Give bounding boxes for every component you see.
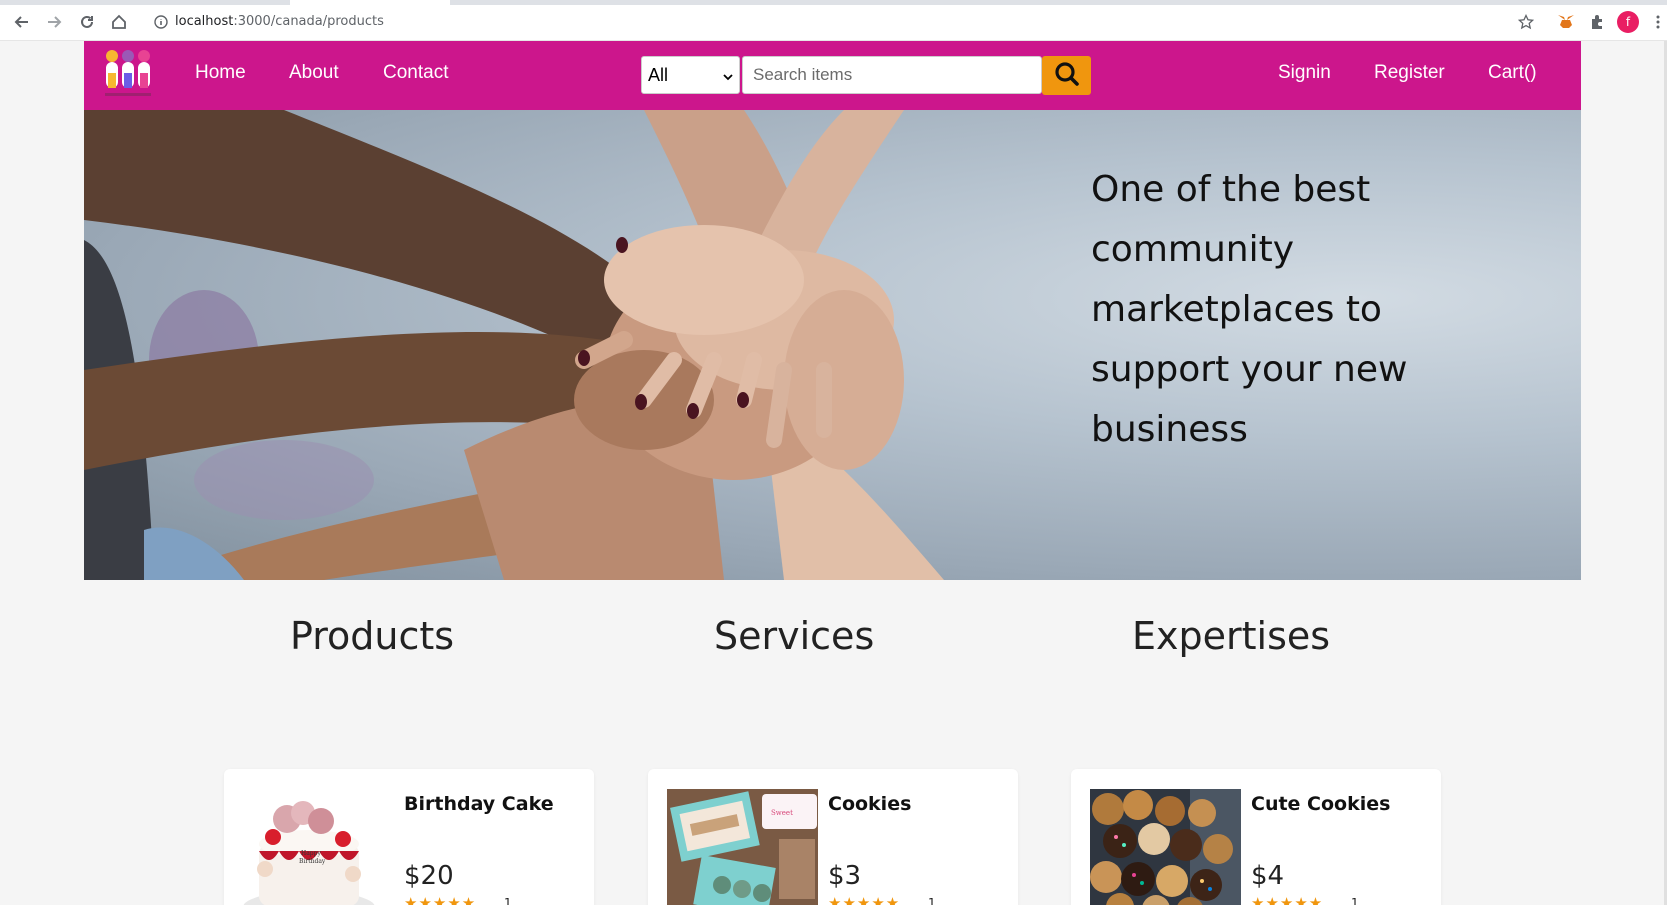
category-products-heading[interactable]: Products (290, 614, 454, 658)
extensions-puzzle-icon[interactable] (1586, 11, 1608, 33)
category-expertises-heading[interactable]: Expertises (1132, 614, 1330, 658)
product-price: $3 (828, 861, 862, 891)
product-price: $20 (404, 861, 454, 891)
search-category-select[interactable]: All (641, 56, 740, 94)
svg-text:Birthday: Birthday (299, 858, 326, 865)
register-link[interactable]: Register (1374, 62, 1445, 84)
review-count: 1 (928, 896, 936, 905)
chevron-down-icon (723, 65, 733, 86)
site-logo[interactable] (102, 47, 154, 101)
svg-text:Happy: Happy (301, 850, 321, 857)
tab-strip (0, 0, 1667, 5)
review-count: 1 (1351, 896, 1359, 905)
search-placeholder: Search items (753, 65, 853, 84)
review-count: 1 (504, 896, 512, 905)
profile-avatar[interactable]: f (1617, 11, 1639, 33)
cart-link[interactable]: Cart() (1488, 62, 1537, 84)
rating-stars-icon: ★★★★★ (828, 894, 901, 905)
url-host: localhost (175, 14, 234, 29)
category-services-heading[interactable]: Services (714, 614, 874, 658)
product-name[interactable]: Birthday Cake (404, 793, 554, 815)
rating-stars-icon: ★★★★★ (1251, 894, 1324, 905)
product-name[interactable]: Cookies (828, 793, 911, 815)
hero-banner: One of the best community marketplaces t… (84, 110, 1581, 580)
address-url[interactable]: localhost:3000/canada/products (175, 14, 384, 29)
hero-tagline: One of the best community marketplaces t… (1091, 169, 1408, 450)
bookmark-star-icon[interactable] (1515, 11, 1537, 33)
search-category-value: All (648, 64, 669, 85)
product-name[interactable]: Cute Cookies (1251, 793, 1390, 815)
nav-contact-link[interactable]: Contact (383, 62, 448, 84)
cookies-image[interactable]: Sweet (667, 789, 818, 905)
back-icon[interactable] (11, 11, 33, 33)
search-button[interactable] (1042, 56, 1091, 95)
reload-icon[interactable] (76, 11, 98, 33)
home-icon[interactable] (108, 11, 130, 33)
metamask-fox-icon[interactable] (1555, 11, 1577, 33)
search-icon (1054, 61, 1080, 91)
active-tab[interactable] (290, 0, 450, 5)
product-card-cute-cookies[interactable]: Cute Cookies $4 ★★★★★ 1 (1071, 769, 1441, 905)
browser-menu-icon[interactable] (1652, 11, 1664, 33)
cute-cookies-image[interactable] (1090, 789, 1241, 905)
svg-text:Sweet: Sweet (771, 809, 793, 817)
url-path: :3000/canada/products (233, 14, 384, 29)
nav-home-link[interactable]: Home (195, 62, 246, 84)
forward-icon[interactable] (43, 11, 65, 33)
rating-stars-icon: ★★★★★ (404, 894, 477, 905)
signin-link[interactable]: Signin (1278, 62, 1331, 84)
search-input[interactable]: Search items (742, 56, 1042, 94)
browser-toolbar: localhost:3000/canada/products f (0, 0, 1667, 41)
product-price: $4 (1251, 861, 1285, 891)
product-card-birthday-cake[interactable]: Happy Birthday Birthday Cake $20 ★★★★★ 1 (224, 769, 594, 905)
nav-about-link[interactable]: About (289, 62, 339, 84)
site-info-icon[interactable] (150, 11, 172, 33)
product-card-cookies[interactable]: Sweet Cookies $3 ★★★★★ 1 (648, 769, 1018, 905)
site-header: Home About Contact All Search items Sign… (84, 41, 1581, 110)
birthday-cake-image[interactable]: Happy Birthday (243, 789, 394, 905)
